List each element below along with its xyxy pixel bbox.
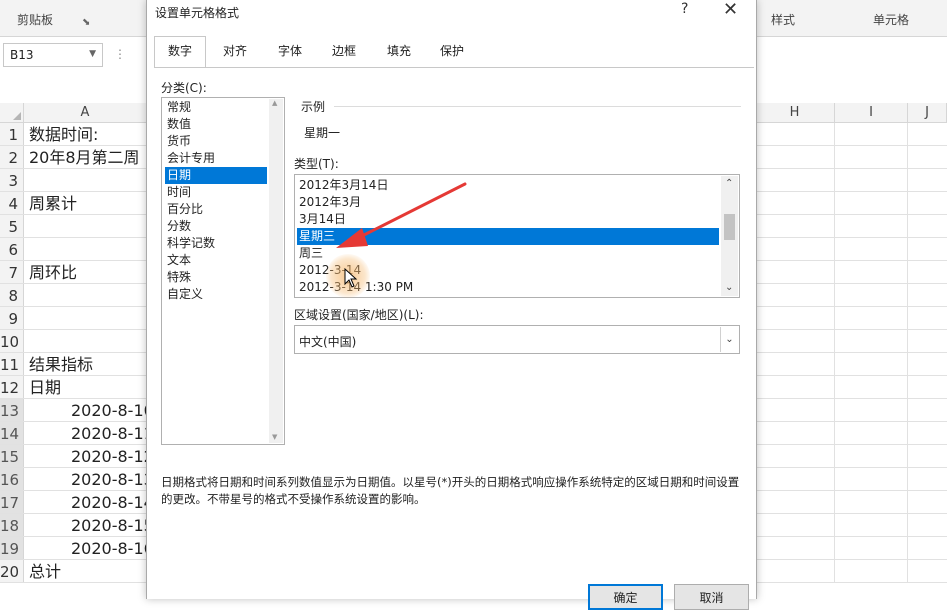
annotation-arrow-icon [336,182,467,248]
mouse-cursor-icon [344,268,358,288]
